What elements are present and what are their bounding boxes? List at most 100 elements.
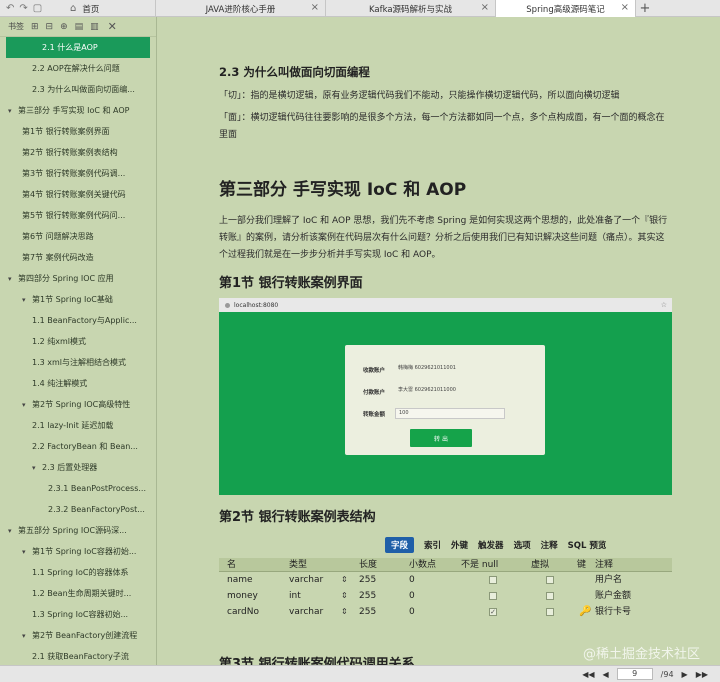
toc-list: 2.1 什么是AOP 2.2 AOP在解决什么问题 2.3 为什么叫做面向切面编..… (0, 37, 156, 665)
chevron-down-icon[interactable]: ▾ (8, 101, 18, 121)
sidebar-item[interactable]: 1.2 Bean生命周期关键时... (0, 583, 156, 604)
virtual-checkbox[interactable] (546, 588, 554, 604)
chevron-down-icon[interactable]: ▾ (8, 269, 18, 289)
sidebar-item[interactable]: 1.1 BeanFactory与Applic... (0, 310, 156, 331)
folder-icon[interactable]: ▢ (33, 3, 42, 14)
sidebar-item[interactable]: 第4节 银行转账案例关键代码 (0, 184, 156, 205)
delete-icon[interactable]: ▥ (90, 22, 99, 32)
close-icon[interactable]: × (481, 2, 489, 13)
paragraph-cut: 「切」：指的是横切逻辑，原有业务逻辑代码我们不能动，只能操作横切逻辑代码，所以面… (219, 91, 620, 101)
sidebar-item[interactable]: 2.1 什么是AOP (6, 37, 150, 58)
chevron-down-icon[interactable]: ▾ (22, 626, 32, 646)
notnull-checkbox[interactable]: ✓ (489, 604, 497, 620)
close-icon[interactable]: × (621, 2, 629, 13)
chevron-down-icon[interactable]: ▾ (8, 521, 18, 541)
sidebar-item[interactable]: 第7节 案例代码改造 (0, 247, 156, 268)
sidebar-item[interactable]: 第1节 银行转账案例界面 (0, 121, 156, 142)
sidebar-item[interactable]: 第3节 银行转账案例代码调... (0, 163, 156, 184)
designer-tab[interactable]: 字段 (385, 537, 415, 553)
sidebar-item[interactable]: 1.4 纯注解模式 (0, 373, 156, 394)
tab-spring-notes[interactable]: Spring高级源码笔记 × (496, 0, 636, 17)
designer-tab[interactable]: 外键 (451, 539, 468, 551)
add-tab-button[interactable]: + (636, 0, 654, 16)
sidebar-item[interactable]: 第6节 问题解决思路 (0, 226, 156, 247)
sidebar-item-label: 1.1 BeanFactory与Applic... (32, 316, 137, 325)
close-icon[interactable]: ✕ (108, 20, 117, 33)
type-dropdown-icon[interactable]: ⇕ (341, 604, 348, 620)
tab-kafka[interactable]: Kafka源码解析与实战 × (326, 0, 496, 17)
sidebar-item[interactable]: 2.3.2 BeanFactoryPost... (0, 499, 156, 520)
sidebar-item-label: 第5节 银行转账案例代码问... (22, 211, 126, 220)
sidebar-item[interactable]: 第5节 银行转账案例代码问... (0, 205, 156, 226)
sidebar-item[interactable]: ▾ 2.3 后置处理器 (0, 457, 156, 478)
tab-home[interactable]: ⌂ 首页 (66, 0, 156, 17)
sidebar-item[interactable]: 第2节 银行转账案例表结构 (0, 142, 156, 163)
sidebar-item[interactable]: 2.3 为什么叫做面向切面编... (0, 79, 156, 100)
sidebar-item[interactable]: 1.1 Spring IoC的容器体系 (0, 562, 156, 583)
section2-heading: 第2节 银行转账案例表结构 (219, 510, 376, 525)
last-page-icon[interactable]: ▶▶ (696, 670, 708, 679)
designer-tab[interactable]: 触发器 (478, 539, 504, 551)
sidebar-item[interactable]: 2.1 获取BeanFactory子流 (0, 646, 156, 665)
designer-tab[interactable]: 注释 (541, 539, 558, 551)
table-row[interactable]: cardNo varchar 255 0 ⇕ ✓ 🔑 银行卡号 (219, 604, 672, 620)
sidebar-item-label: 第1节 银行转账案例界面 (22, 127, 110, 136)
first-page-icon[interactable]: ◀◀ (582, 670, 594, 679)
sidebar-item[interactable]: ▾ 第2节 BeanFactory创建流程 (0, 625, 156, 646)
sidebar-item[interactable]: 1.3 Spring IoC容器初始... (0, 604, 156, 625)
amount-row: 转账金额 100 (363, 408, 505, 419)
sidebar-item-label: 2.1 lazy-Init 延迟加载 (32, 421, 114, 430)
chevron-down-icon[interactable]: ▾ (22, 290, 32, 310)
table-row[interactable]: money int 255 0 ⇕ 账户金额 (219, 588, 672, 604)
cell-length: 255 (359, 591, 377, 601)
section1-heading: 第1节 银行转账案例界面 (219, 276, 363, 291)
page-number-input[interactable]: 9 (616, 668, 653, 680)
sidebar-item[interactable]: ▾ 第四部分 Spring IOC 应用 (0, 268, 156, 289)
sidebar-item[interactable]: 2.1 lazy-Init 延迟加载 (0, 415, 156, 436)
sidebar-item[interactable]: ▾ 第1节 Spring IoC基础 (0, 289, 156, 310)
table-header: 名 类型 长度 小数点 不是 null 虚拟 键 注释 (219, 558, 672, 572)
sidebar-item[interactable]: 2.2 FactoryBean 和 Bean... (0, 436, 156, 457)
sidebar-item[interactable]: ▾ 第1节 Spring IoC容器初始... (0, 541, 156, 562)
cell-name: money (227, 591, 258, 601)
notnull-checkbox[interactable] (489, 572, 497, 588)
designer-tab[interactable]: 索引 (424, 539, 441, 551)
sidebar-item-label: 2.1 获取BeanFactory子流 (32, 652, 129, 661)
virtual-checkbox[interactable] (546, 572, 554, 588)
type-dropdown-icon[interactable]: ⇕ (341, 588, 348, 604)
primary-key-icon: 🔑 (579, 606, 592, 617)
expand-all-icon[interactable]: ⊞ (31, 22, 39, 32)
sidebar-item[interactable]: 1.2 纯xml模式 (0, 331, 156, 352)
sidebar-item[interactable]: 1.3 xml与注解相结合模式 (0, 352, 156, 373)
cell-comment: 用户名 (595, 575, 623, 585)
designer-tab[interactable]: 选项 (514, 539, 531, 551)
tab-java-handbook[interactable]: JAVA进阶核心手册 × (156, 0, 326, 17)
table-row[interactable]: name varchar 255 0 ⇕ 用户名 (219, 572, 672, 588)
chevron-down-icon[interactable]: ▾ (22, 395, 32, 415)
sidebar-item[interactable]: ▾ 第五部分 Spring IOC源码深... (0, 520, 156, 541)
sidebar-item[interactable]: ▾ 第三部分 手写实现 IoC 和 AOP (0, 100, 156, 121)
next-page-icon[interactable]: ▶ (682, 670, 688, 679)
chevron-down-icon[interactable]: ▾ (22, 542, 32, 562)
redo-icon[interactable]: ↷ (19, 3, 27, 14)
virtual-checkbox[interactable] (546, 604, 554, 620)
sidebar-item[interactable]: 2.3.1 BeanPostProcess... (0, 478, 156, 499)
cell-name: name (227, 575, 253, 585)
cell-decimal: 0 (409, 591, 415, 601)
chevron-down-icon[interactable]: ▾ (32, 458, 42, 478)
add-bookmark-icon[interactable]: ⊕ (60, 22, 68, 32)
notnull-checkbox[interactable] (489, 588, 497, 604)
sidebar-item-label: 第三部分 手写实现 IoC 和 AOP (18, 106, 130, 115)
type-dropdown-icon[interactable]: ⇕ (341, 572, 348, 588)
star-icon: ☆ (660, 301, 667, 309)
sidebar-item-label: 1.3 xml与注解相结合模式 (32, 358, 127, 367)
document-view[interactable]: 2.3 为什么叫做面向切面编程 「切」：指的是横切逻辑，原有业务逻辑代码我们不能… (158, 17, 720, 665)
close-icon[interactable]: × (311, 2, 319, 13)
undo-icon[interactable]: ↶ (6, 3, 14, 14)
prev-page-icon[interactable]: ◀ (603, 670, 609, 679)
sidebar-item[interactable]: ▾ 第2节 Spring IOC高级特性 (0, 394, 156, 415)
bookmark-icon[interactable]: ▤ (75, 22, 84, 32)
sidebar-item[interactable]: 2.2 AOP在解决什么问题 (0, 58, 156, 79)
designer-tab[interactable]: SQL 预览 (568, 539, 607, 551)
collapse-all-icon[interactable]: ⊟ (46, 22, 54, 32)
